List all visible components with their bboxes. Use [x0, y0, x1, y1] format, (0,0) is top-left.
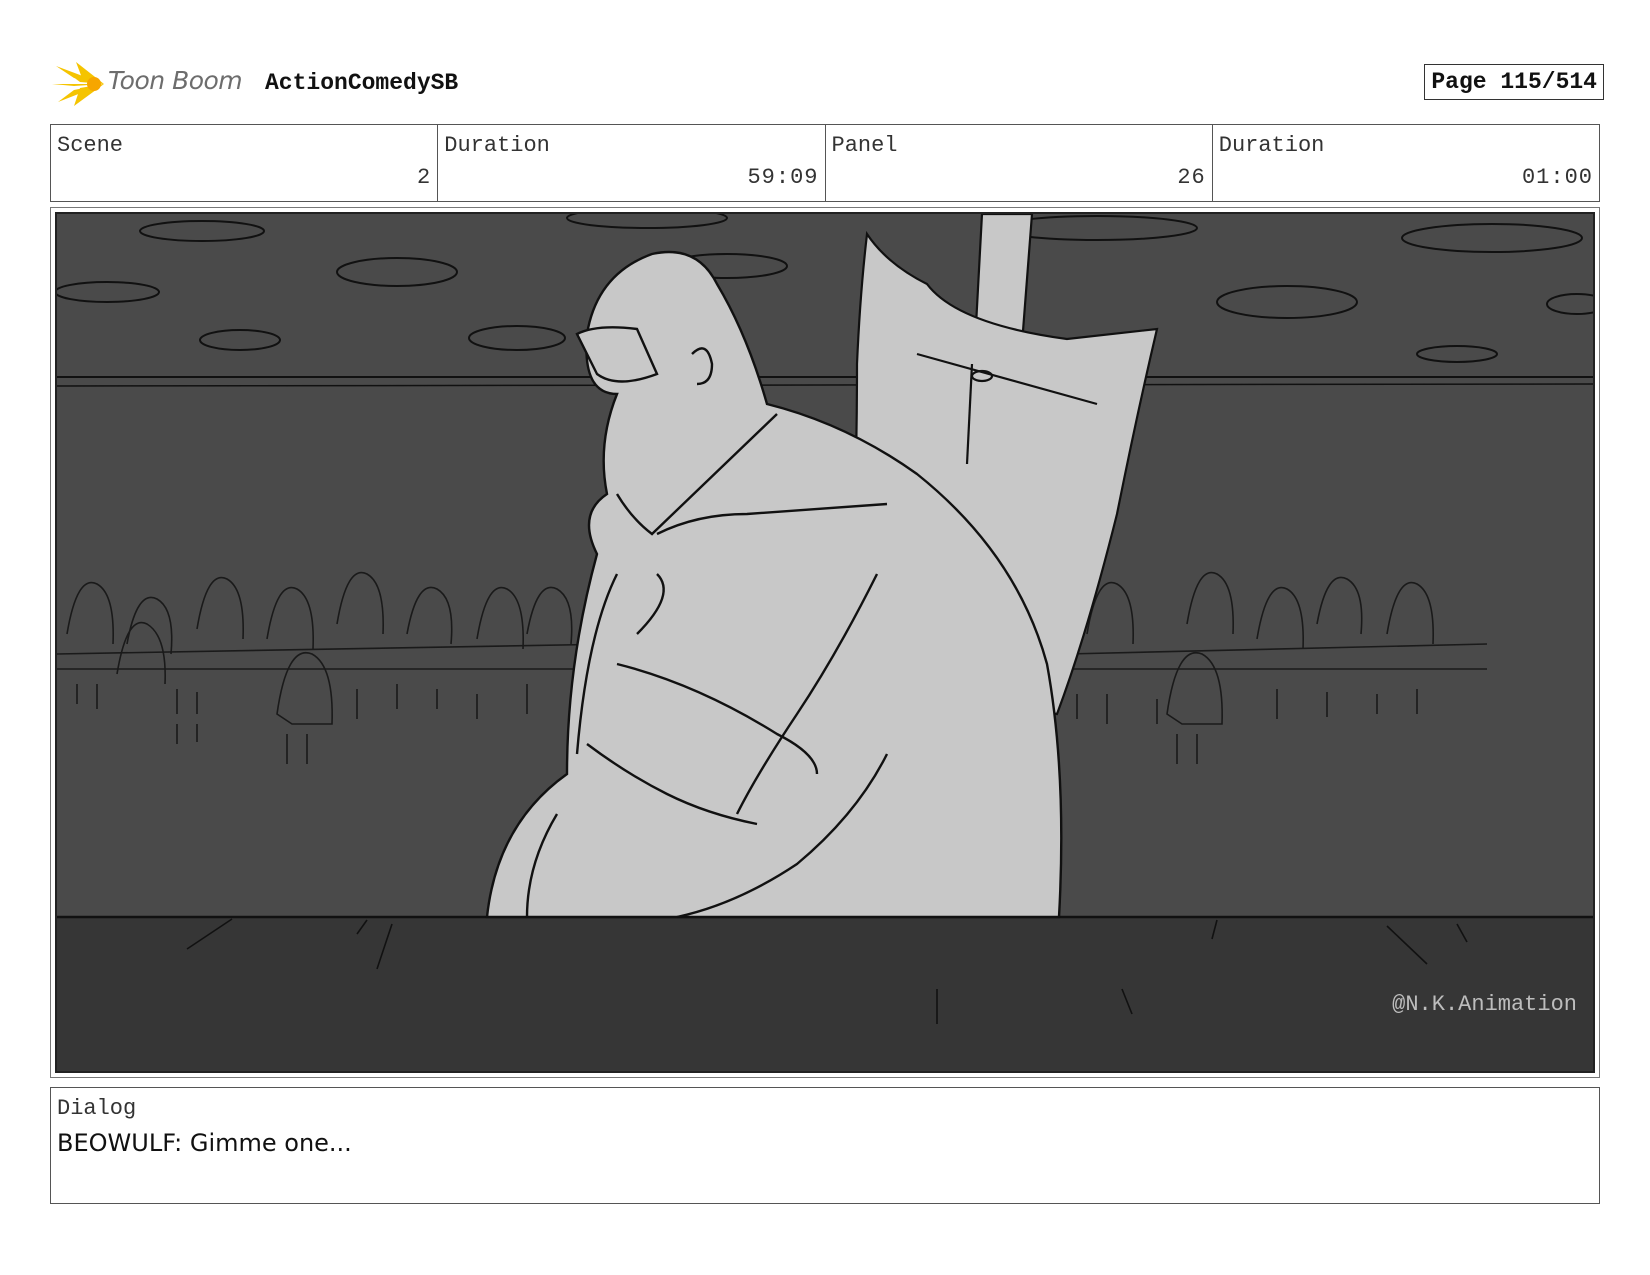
scene-duration-value: 59:09 — [747, 165, 819, 190]
scene-duration-label: Duration — [444, 133, 550, 158]
page-header: Toon Boom ActionComedySB Page 115/514 — [52, 58, 1604, 110]
panel-cell: Panel 26 — [826, 125, 1213, 201]
dialog-box: Dialog BEOWULF: Gimme one... — [50, 1087, 1600, 1204]
project-title: ActionComedySB — [265, 70, 459, 96]
scene-info-table: Scene 2 Duration 59:09 Panel 26 Duration… — [50, 124, 1600, 202]
panel-sketch: @N.K.Animation — [57, 214, 1593, 1071]
burst-icon — [52, 62, 104, 106]
panel-duration-cell: Duration 01:00 — [1213, 125, 1599, 201]
storyboard-panel-image: @N.K.Animation — [55, 212, 1595, 1073]
dialog-text: BEOWULF: Gimme one... — [57, 1129, 352, 1157]
scene-cell: Scene 2 — [51, 125, 439, 201]
scene-value: 2 — [417, 165, 432, 190]
dialog-label: Dialog — [57, 1096, 137, 1121]
panel-value: 26 — [1177, 165, 1206, 190]
toon-boom-logo: Toon Boom — [52, 58, 252, 110]
watermark-text: @N.K.Animation — [1392, 992, 1577, 1017]
page-counter: Page 115/514 — [1424, 64, 1604, 100]
storyboard-panel-frame: @N.K.Animation — [50, 207, 1600, 1078]
panel-duration-value: 01:00 — [1521, 165, 1593, 190]
scene-duration-cell: Duration 59:09 — [438, 125, 826, 201]
panel-duration-label: Duration — [1218, 133, 1325, 158]
panel-label: Panel — [831, 133, 898, 158]
scene-label: Scene — [57, 133, 124, 158]
logo-text: Toon Boom — [108, 66, 243, 95]
